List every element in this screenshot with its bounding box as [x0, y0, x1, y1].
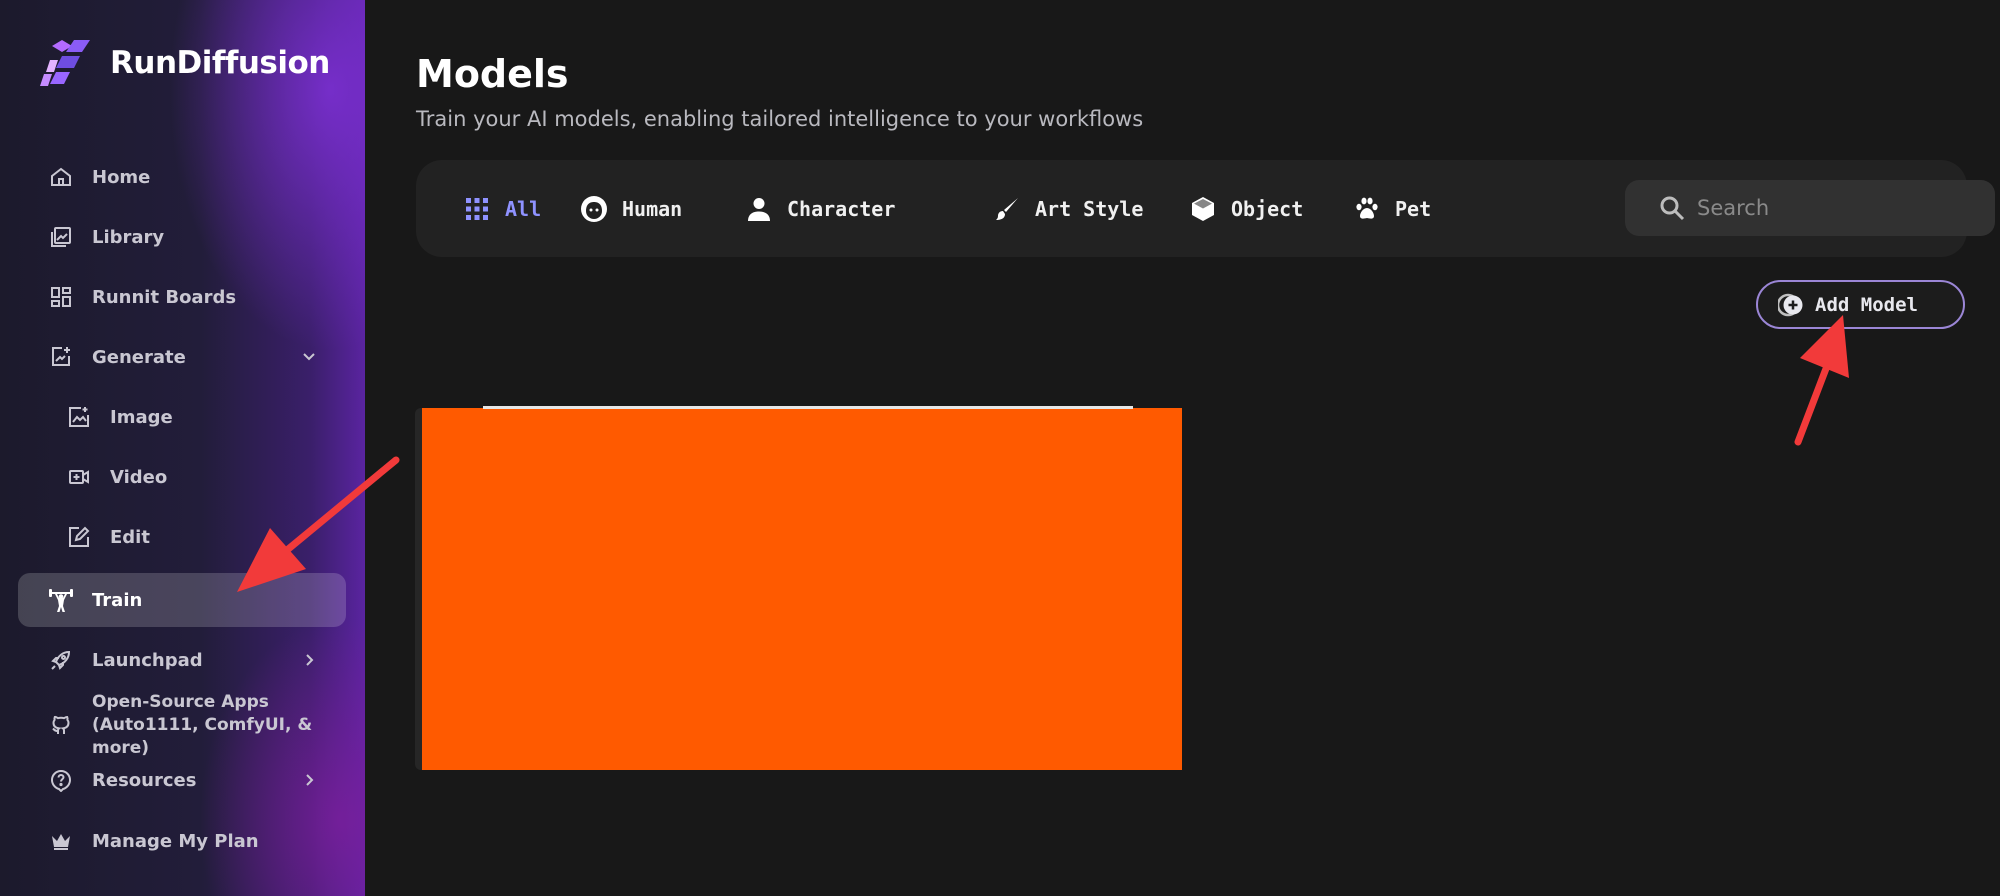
filter-label: Object: [1231, 196, 1304, 221]
filter-label: Art Style: [1035, 196, 1144, 221]
filter-pet[interactable]: Pet: [1353, 160, 1431, 257]
sidebar-item-image[interactable]: Image: [18, 390, 346, 444]
face-icon: [580, 195, 608, 223]
dashboard-icon: [48, 284, 74, 310]
main-content: Models Train your AI models, enabling ta…: [365, 0, 2000, 896]
sidebar-item-label: Manage My Plan: [92, 830, 259, 852]
github-icon: [48, 712, 74, 738]
chevron-right-icon: [306, 774, 314, 786]
video-icon: [66, 464, 92, 490]
person-icon: [745, 195, 773, 223]
rundiffusion-logo-icon: [40, 40, 90, 86]
sidebar-item-launchpad[interactable]: Launchpad: [18, 633, 346, 687]
sidebar-item-generate[interactable]: Generate: [18, 330, 346, 384]
filter-label: Human: [622, 196, 683, 221]
search-input[interactable]: [1697, 190, 1977, 226]
filter-object[interactable]: Object: [1189, 160, 1303, 257]
filter-all[interactable]: All: [463, 160, 541, 257]
sidebar-item-manage-my-plan[interactable]: Manage My Plan: [18, 814, 346, 868]
sidebar-item-label-line1: Open-Source Apps: [92, 691, 269, 712]
sidebar-item-label: Video: [110, 466, 168, 488]
home-icon: [48, 164, 74, 190]
model-card-top-strip: [483, 406, 1133, 409]
image-icon: [66, 404, 92, 430]
add-circle-icon: [1778, 293, 1803, 317]
page-title: Models: [416, 52, 569, 96]
search-icon: [1660, 196, 1685, 221]
sidebar-item-video[interactable]: Video: [18, 450, 346, 504]
add-model-button[interactable]: Add Model: [1756, 280, 1965, 329]
filter-label: Character: [787, 196, 896, 221]
sidebar-item-label: Home: [92, 166, 151, 188]
sidebar-item-train[interactable]: Train: [18, 573, 346, 627]
brush-icon: [993, 195, 1021, 223]
paw-icon: [1353, 195, 1381, 223]
filter-art-style[interactable]: Art Style: [993, 160, 1143, 257]
chevron-down-icon: [303, 353, 315, 361]
category-filter-bar: All Human Character Art Style Object Pet…: [416, 160, 1995, 257]
sidebar-item-open-source-apps[interactable]: Open-Source Apps (Auto1111, ComfyUI, & m…: [18, 691, 346, 760]
sidebar-item-label: Resources: [92, 769, 197, 791]
edit-icon: [66, 524, 92, 550]
rocket-icon: [48, 647, 74, 673]
filter-character[interactable]: Character: [745, 160, 895, 257]
filter-label: Pet: [1395, 196, 1432, 221]
sidebar-item-home[interactable]: Home: [18, 150, 346, 204]
sidebar-item-label: Edit: [110, 526, 150, 548]
brand-name: RunDiffusion: [110, 45, 330, 81]
crown-icon: [48, 828, 74, 854]
model-card-redacted[interactable]: [422, 408, 1182, 770]
sidebar-item-resources[interactable]: Resources: [18, 753, 346, 807]
sidebar-item-label: Runnit Boards: [92, 286, 237, 308]
sidebar-item-label: Train: [92, 589, 143, 611]
sidebar-item-label: Image: [110, 406, 173, 428]
sidebar-item-edit[interactable]: Edit: [18, 510, 346, 564]
sidebar-item-label: Library: [92, 226, 165, 248]
sidebar-item-label: Generate: [92, 346, 186, 368]
library-icon: [48, 224, 74, 250]
filter-human[interactable]: Human: [580, 160, 682, 257]
sidebar-item-runnit-boards[interactable]: Runnit Boards: [18, 270, 346, 324]
generate-icon: [48, 344, 74, 370]
add-model-label: Add Model: [1815, 293, 1918, 316]
page-subtitle: Train your AI models, enabling tailored …: [416, 107, 1144, 131]
sidebar-item-label: Launchpad: [92, 649, 203, 671]
chevron-right-icon: [306, 654, 314, 666]
sidebar-item-label: Open-Source Apps (Auto1111, ComfyUI, & m…: [92, 691, 346, 760]
weightlifter-icon: [48, 587, 74, 613]
sidebar: RunDiffusion Home Library Runnit Boards: [0, 0, 365, 896]
brand[interactable]: RunDiffusion: [40, 38, 330, 88]
help-icon: [48, 767, 74, 793]
cube-icon: [1189, 195, 1217, 223]
sidebar-item-library[interactable]: Library: [18, 210, 346, 264]
search-box: [1625, 180, 1995, 236]
grid-icon: [463, 195, 491, 223]
filter-label: All: [505, 196, 542, 221]
